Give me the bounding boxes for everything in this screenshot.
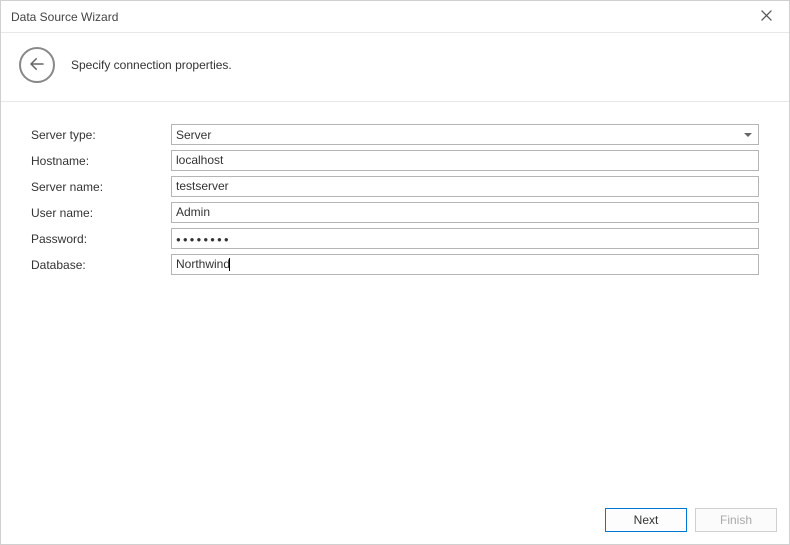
arrow-left-icon bbox=[28, 55, 46, 76]
chevron-down-icon bbox=[744, 133, 752, 137]
label-user-name: User name: bbox=[31, 206, 171, 220]
wizard-header: Specify connection properties. bbox=[1, 33, 789, 102]
server-type-dropdown[interactable]: Server bbox=[171, 124, 759, 145]
label-database: Database: bbox=[31, 258, 171, 272]
hostname-input[interactable]: localhost bbox=[171, 150, 759, 171]
close-icon bbox=[761, 10, 772, 24]
row-password: Password: ●●●●●●●● bbox=[31, 228, 759, 249]
label-server-type: Server type: bbox=[31, 128, 171, 142]
page-subtitle: Specify connection properties. bbox=[71, 58, 232, 72]
finish-button: Finish bbox=[695, 508, 777, 532]
user-name-input[interactable]: Admin bbox=[171, 202, 759, 223]
connection-form: Server type: Server Hostname: localhost … bbox=[1, 102, 789, 275]
text-caret bbox=[229, 258, 230, 271]
row-server-name: Server name: testserver bbox=[31, 176, 759, 197]
label-server-name: Server name: bbox=[31, 180, 171, 194]
close-button[interactable] bbox=[751, 5, 781, 29]
database-value: Northwind bbox=[176, 257, 230, 271]
row-database: Database: Northwind bbox=[31, 254, 759, 275]
row-user-name: User name: Admin bbox=[31, 202, 759, 223]
wizard-footer: Next Finish bbox=[1, 498, 789, 544]
title-bar: Data Source Wizard bbox=[1, 1, 789, 33]
label-hostname: Hostname: bbox=[31, 154, 171, 168]
row-hostname: Hostname: localhost bbox=[31, 150, 759, 171]
label-password: Password: bbox=[31, 232, 171, 246]
server-name-input[interactable]: testserver bbox=[171, 176, 759, 197]
server-type-value: Server bbox=[176, 128, 211, 142]
password-input[interactable]: ●●●●●●●● bbox=[171, 228, 759, 249]
row-server-type: Server type: Server bbox=[31, 124, 759, 145]
database-input[interactable]: Northwind bbox=[171, 254, 759, 275]
back-button[interactable] bbox=[19, 47, 55, 83]
next-button[interactable]: Next bbox=[605, 508, 687, 532]
window-title: Data Source Wizard bbox=[11, 10, 118, 24]
